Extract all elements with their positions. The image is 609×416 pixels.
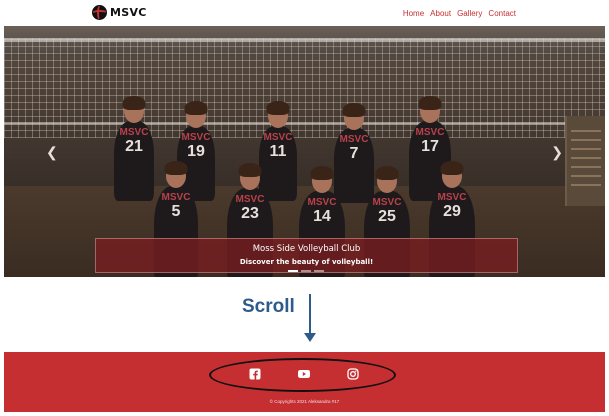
player-hair: [122, 96, 146, 110]
player-hair: [184, 101, 208, 115]
player-jersey: MSVC 19: [177, 126, 215, 161]
carousel-indicator[interactable]: [301, 270, 311, 272]
player-hair: [440, 161, 464, 175]
carousel-indicator[interactable]: [288, 270, 298, 272]
carousel-next-icon[interactable]: ❯: [551, 144, 563, 161]
carousel-prev-icon[interactable]: ❮: [46, 144, 58, 161]
jersey-number: 21: [125, 138, 143, 155]
hero-caption-title: Moss Side Volleyball Club: [252, 244, 361, 254]
jersey-number: 11: [269, 143, 287, 160]
carousel-indicators: [288, 270, 324, 272]
player-hair: [266, 101, 290, 115]
nav-links: Home About Gallery Contact: [403, 9, 516, 18]
net-top-band: [4, 38, 605, 42]
jersey-number: 14: [313, 208, 331, 225]
copyright-text: © Copyrights 2021 Aleksandra #17: [269, 399, 340, 404]
player-hair: [164, 161, 188, 175]
brand-logo[interactable]: MSVC: [92, 5, 147, 20]
hero-caption-subtitle: Discover the beauty of volleyball!: [239, 258, 374, 266]
nav-link-contact[interactable]: Contact: [488, 9, 516, 18]
jersey-number: 25: [378, 208, 396, 225]
player-jersey: MSVC 5: [154, 186, 198, 221]
player-hair: [310, 166, 334, 180]
player-jersey: MSVC 25: [364, 191, 410, 226]
player-hair: [238, 163, 262, 177]
player-jersey: MSVC 23: [227, 188, 273, 223]
scroll-annotation-label: Scroll: [242, 296, 295, 317]
jersey-label: MSVC: [161, 192, 191, 203]
footer: © Copyrights 2021 Aleksandra #17: [4, 352, 605, 412]
nav-link-gallery[interactable]: Gallery: [457, 9, 482, 18]
scroll-arrow-down-icon: [304, 333, 316, 342]
carousel-indicator[interactable]: [314, 270, 324, 272]
gym-bleachers: [565, 116, 605, 206]
player-jersey: MSVC 21: [114, 121, 154, 156]
volleyball-icon: [92, 5, 107, 20]
player-jersey: MSVC 11: [259, 126, 297, 161]
player-jersey: MSVC 29: [429, 186, 475, 221]
jersey-number: 29: [443, 203, 461, 220]
jersey-label: MSVC: [263, 132, 293, 143]
player-jersey: MSVC 7: [334, 128, 374, 163]
scroll-arrow-shaft: [309, 294, 311, 334]
jersey-number: 7: [349, 145, 359, 162]
jersey-number: 5: [171, 203, 181, 220]
jersey-label: MSVC: [181, 132, 211, 143]
instagram-icon[interactable]: [347, 368, 359, 380]
navbar: MSVC Home About Gallery Contact: [4, 0, 605, 26]
nav-link-home[interactable]: Home: [403, 9, 424, 18]
player-jersey: MSVC 17: [409, 121, 451, 156]
jersey-label: MSVC: [235, 194, 265, 205]
player-hair: [418, 96, 442, 110]
jersey-number: 23: [241, 205, 259, 222]
jersey-label: MSVC: [437, 192, 467, 203]
jersey-label: MSVC: [339, 134, 369, 145]
jersey-label: MSVC: [372, 197, 402, 208]
page: MSVC Home About Gallery Contact MSVC 21 MS…: [0, 0, 609, 416]
player-jersey: MSVC 14: [299, 191, 345, 226]
jersey-number: 17: [421, 138, 439, 155]
jersey-label: MSVC: [415, 127, 445, 138]
jersey-label: MSVC: [119, 127, 149, 138]
player-hair: [375, 166, 399, 180]
jersey-label: MSVC: [307, 197, 337, 208]
facebook-icon[interactable]: [249, 368, 261, 380]
nav-link-about[interactable]: About: [430, 9, 451, 18]
player-hair: [342, 103, 366, 117]
jersey-number: 19: [187, 143, 205, 160]
social-links: [249, 368, 359, 380]
hero-caption: Moss Side Volleyball Club Discover the b…: [95, 238, 518, 273]
hero-carousel: MSVC 21 MSVC 19 MSVC 11 MSVC 7 MSVC 17 MSVC 5 MSVC 23…: [4, 26, 605, 277]
team-player: MSVC 21: [114, 96, 154, 201]
brand-name: MSVC: [110, 6, 147, 19]
youtube-icon[interactable]: [298, 368, 310, 380]
